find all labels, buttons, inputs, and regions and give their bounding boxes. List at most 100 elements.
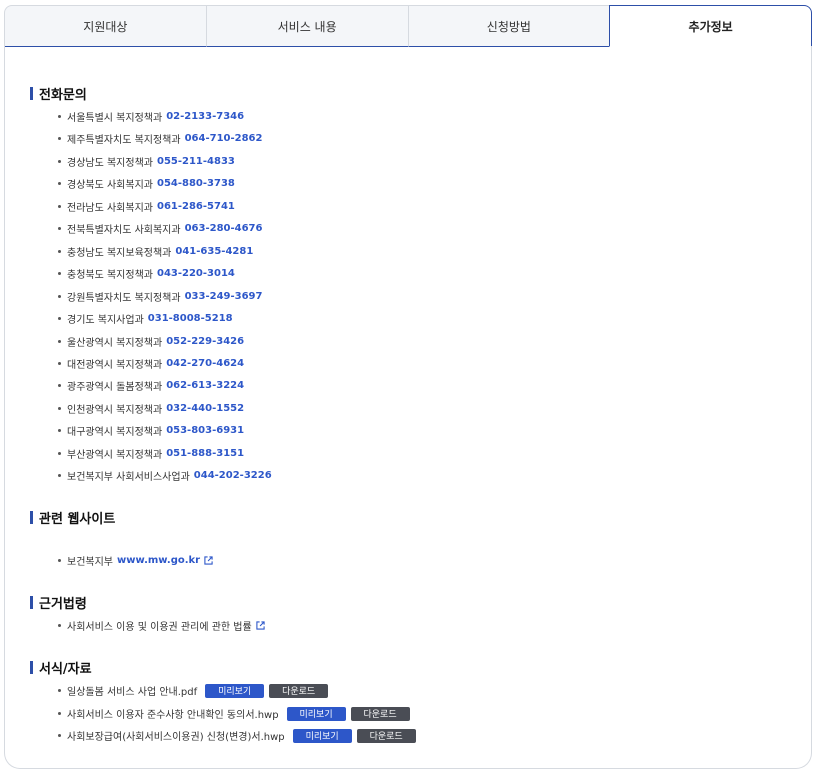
contact-phone[interactable]: 061-286-5741 <box>157 201 235 212</box>
form-name: 일상돌봄 서비스 사업 안내.pdf <box>67 687 198 698</box>
contact-org: 경상북도 사회복지과 <box>67 180 153 192</box>
external-link-icon[interactable] <box>204 556 213 565</box>
tab-eligibility[interactable]: 지원대상 <box>4 5 206 47</box>
section-title-text: 서식/자료 <box>39 662 92 677</box>
download-button[interactable]: 다운로드 <box>356 728 416 743</box>
bullet <box>58 689 61 692</box>
contact-item: 보건복지부 사회서비스사업과 044-202-3226 <box>58 468 272 483</box>
contact-phone[interactable]: 055-211-4833 <box>157 156 235 167</box>
contact-org: 서울특별시 복지정책과 <box>67 113 163 124</box>
preview-button[interactable]: 미리보기 <box>292 728 352 743</box>
bullet <box>58 272 61 276</box>
contact-item: 경상북도 사회복지과 054-880-3738 <box>58 176 235 191</box>
preview-button[interactable]: 미리보기 <box>205 683 265 698</box>
contact-item: 충청남도 복지보육정책과 041-635-4281 <box>58 244 253 259</box>
bullet <box>58 182 61 186</box>
tab-service-content[interactable]: 서비스 내용 <box>205 5 408 47</box>
contact-item: 충청북도 복지정책과 043-220-3014 <box>58 266 235 281</box>
tab-additional-info[interactable]: 추가정보 <box>609 5 812 47</box>
contact-item: 경상남도 복지정책과 055-211-4833 <box>58 154 235 169</box>
contact-item: 부산광역시 복지정책과 051-888-3151 <box>58 446 244 461</box>
contact-org: 대구광역시 복지정책과 <box>67 427 163 439</box>
website-link[interactable]: www.mw.go.kr <box>117 555 200 566</box>
contact-item: 강원특별자치도 복지정책과 033-249-3697 <box>58 289 262 304</box>
contact-org: 충청남도 복지보육정책과 <box>67 247 172 259</box>
bullet <box>58 159 61 163</box>
bullet <box>58 406 61 410</box>
contact-org: 광주광역시 돌봄정책과 <box>67 382 163 394</box>
contact-item: 광주광역시 돌봄정책과 062-613-3224 <box>58 378 244 393</box>
contact-item: 대전광역시 복지정책과 042-270-4624 <box>58 356 244 371</box>
section-title-text: 근거법령 <box>39 597 87 612</box>
form-item: 일상돌봄 서비스 사업 안내.pdf 미리보기 다운로드 <box>58 683 329 698</box>
contact-item: 대구광역시 복지정책과 053-803-6931 <box>58 423 244 438</box>
tab-bar: 지원대상 서비스 내용 신청방법 추가정보 <box>4 5 812 47</box>
contact-phone[interactable]: 042-270-4624 <box>166 358 244 369</box>
contact-phone[interactable]: 043-220-3014 <box>157 268 235 279</box>
section-title-laws: 근거법령 <box>30 593 87 612</box>
contact-phone[interactable]: 041-635-4281 <box>175 246 253 257</box>
contact-org: 대전광역시 복지정책과 <box>67 359 163 371</box>
form-item: 사회보장급여(사회서비스이용권) 신청(변경)서.hwp 미리보기 다운로드 <box>58 728 416 743</box>
contact-phone[interactable]: 063-280-4676 <box>185 223 263 234</box>
contact-org: 보건복지부 사회서비스사업과 <box>67 472 190 484</box>
section-bar <box>30 661 33 674</box>
bullet <box>58 317 61 321</box>
bullet <box>58 429 61 433</box>
contact-item: 경기도 복지사업과 031-8008-5218 <box>58 311 233 326</box>
bullet <box>58 227 61 231</box>
contact-phone[interactable]: 031-8008-5218 <box>148 313 233 324</box>
contact-org: 울산광역시 복지정책과 <box>67 337 163 349</box>
bullet <box>58 624 61 627</box>
bullet <box>58 361 61 365</box>
contact-phone[interactable]: 054-880-3738 <box>157 178 235 189</box>
law-label[interactable]: 사회서비스 이용 및 이용권 관리에 관한 법률 <box>67 618 252 633</box>
contact-phone[interactable]: 033-249-3697 <box>185 291 263 302</box>
tab-how-to-apply[interactable]: 신청방법 <box>407 5 610 47</box>
contact-phone[interactable]: 051-888-3151 <box>166 448 244 459</box>
contact-phone[interactable]: 053-803-6931 <box>166 425 244 436</box>
bullet <box>58 137 61 141</box>
bullet <box>58 204 61 208</box>
bullet <box>58 339 61 343</box>
contact-item: 전라남도 사회복지과 061-286-5741 <box>58 199 235 214</box>
form-name: 사회서비스 이용자 준수사항 안내확인 동의서.hwp <box>67 710 279 721</box>
contact-org: 경상남도 복지정책과 <box>67 157 153 169</box>
law-item[interactable]: 사회서비스 이용 및 이용권 관리에 관한 법률 <box>58 618 265 633</box>
external-link-icon[interactable] <box>256 621 265 630</box>
bullet <box>58 294 61 298</box>
form-name: 사회보장급여(사회서비스이용권) 신청(변경)서.hwp <box>67 732 285 743</box>
bullet <box>58 115 61 118</box>
contact-item: 전북특별자치도 사회복지과 063-280-4676 <box>58 221 262 236</box>
contact-item: 서울특별시 복지정책과 02-2133-7346 <box>58 109 244 124</box>
contact-org: 전라남도 사회복지과 <box>67 202 153 214</box>
preview-button[interactable]: 미리보기 <box>286 706 346 721</box>
section-bar <box>30 511 33 524</box>
download-button[interactable]: 다운로드 <box>350 706 410 721</box>
bullet <box>58 712 61 715</box>
contact-phone[interactable]: 052-229-3426 <box>166 336 244 347</box>
contact-phone[interactable]: 064-710-2862 <box>185 133 263 144</box>
section-bar <box>30 596 33 609</box>
bullet <box>58 451 61 455</box>
bullet <box>58 734 61 737</box>
section-title-text: 전화문의 <box>39 88 87 103</box>
bullet <box>58 384 61 388</box>
contact-org: 부산광역시 복지정책과 <box>67 449 163 461</box>
contact-phone[interactable]: 032-440-1552 <box>166 403 244 414</box>
section-title-websites: 관련 웹사이트 <box>30 508 115 527</box>
section-title-contact: 전화문의 <box>30 84 87 103</box>
website-item: 보건복지부 www.mw.go.kr <box>58 553 213 568</box>
contact-org: 인천광역시 복지정책과 <box>67 404 163 416</box>
contact-org: 전북특별자치도 사회복지과 <box>67 225 181 237</box>
contact-item: 인천광역시 복지정책과 032-440-1552 <box>58 401 244 416</box>
download-button[interactable]: 다운로드 <box>269 683 329 698</box>
contact-org: 제주특별자치도 복지정책과 <box>67 135 181 147</box>
contact-phone[interactable]: 044-202-3226 <box>194 470 272 481</box>
website-label: 보건복지부 <box>67 557 113 568</box>
section-title-forms: 서식/자료 <box>30 658 92 677</box>
contact-org: 강원특별자치도 복지정책과 <box>67 292 181 304</box>
contact-item: 제주특별자치도 복지정책과 064-710-2862 <box>58 131 262 146</box>
contact-phone[interactable]: 062-613-3224 <box>166 380 244 391</box>
contact-phone[interactable]: 02-2133-7346 <box>166 111 244 122</box>
